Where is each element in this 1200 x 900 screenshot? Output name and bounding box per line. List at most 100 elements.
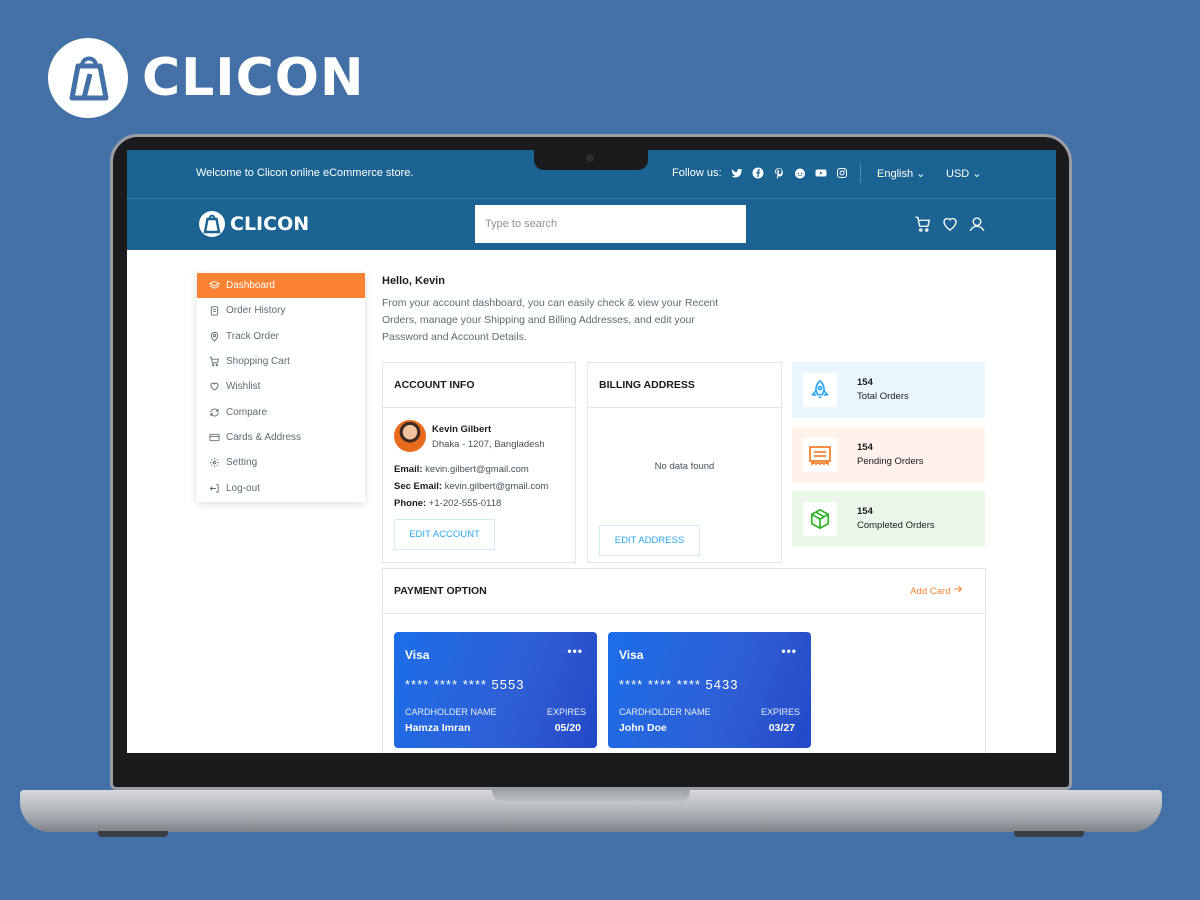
camera-icon (586, 154, 594, 162)
welcome-text: Welcome to Clicon online eCommerce store… (196, 167, 414, 179)
sidebar-item-label: Track Order (226, 330, 279, 342)
facebook-icon[interactable] (752, 167, 764, 179)
dashboard-intro: From your account dashboard, you can eas… (382, 297, 719, 343)
stat-total-orders: 154 Total Orders (792, 362, 985, 418)
edit-account-button[interactable]: EDIT ACCOUNT (394, 519, 495, 550)
laptop-screen: Welcome to Clicon online eCommerce store… (127, 150, 1056, 753)
sidebar-item-cards-address[interactable]: Cards & Address (197, 425, 365, 450)
logout-icon (209, 483, 219, 493)
billing-address-card: BILLING ADDRESS No data found EDIT ADDRE… (587, 362, 782, 563)
card-number: **** **** **** 5433 (619, 677, 739, 692)
account-phone-row: Phone: +1-202-555-0118 (394, 498, 501, 509)
instagram-icon[interactable] (836, 167, 848, 179)
laptop-base-notch (492, 790, 690, 804)
header-logo[interactable]: CLICON (199, 211, 309, 237)
social-links: Follow us: (672, 167, 848, 179)
youtube-icon[interactable] (815, 167, 827, 179)
payment-option-title: PAYMENT OPTION (383, 569, 985, 614)
stat-pending-orders: 154 Pending Orders (792, 427, 985, 483)
pinterest-icon[interactable] (773, 167, 785, 179)
card-menu-icon[interactable]: ••• (781, 644, 797, 658)
header-logo-text: CLICON (230, 213, 310, 235)
total-orders-count: 154 (857, 377, 873, 388)
sidebar-item-label: Setting (226, 457, 258, 469)
phone-label: Phone: (394, 498, 427, 509)
shopping-bag-logo-icon (48, 38, 128, 118)
add-card-label: Add Card (910, 586, 951, 597)
edit-address-button[interactable]: EDIT ADDRESS (599, 525, 700, 556)
laptop-foot-left (98, 831, 168, 837)
account-name: Kevin Gilbert (432, 424, 492, 435)
search-input[interactable] (475, 205, 746, 243)
cardholder-name: John Doe (619, 722, 667, 734)
sidebar-item-label: Log-out (226, 482, 260, 494)
phone-value: +1-202-555-0118 (428, 498, 502, 509)
stat-completed-orders: 154 Completed Orders (792, 491, 985, 547)
payment-option-card: PAYMENT OPTION Add Card Visa ••• **** **… (382, 568, 986, 753)
account-info-card: ACCOUNT INFO Kevin Gilbert Dhaka - 1207,… (382, 362, 576, 563)
total-orders-label: Total Orders (857, 391, 909, 402)
sidebar-item-setting[interactable]: Setting (197, 450, 365, 475)
sidebar-item-wishlist[interactable]: Wishlist (197, 374, 365, 399)
payment-card[interactable]: Visa ••• **** **** **** 5553 CARDHOLDER … (394, 632, 597, 748)
sidebar-item-logout[interactable]: Log-out (197, 475, 365, 500)
payment-card[interactable]: Visa ••• **** **** **** 5433 CARDHOLDER … (608, 632, 811, 748)
cardholder-label: CARDHOLDER NAME (619, 707, 711, 717)
user-icon[interactable] (968, 215, 986, 233)
add-card-link[interactable]: Add Card (910, 584, 963, 597)
sec-email-value: kevin.gilbert@gmail.com (444, 481, 549, 492)
cardholder-name: Hamza Imran (405, 722, 471, 734)
greeting-heading: Hello, Kevin (382, 275, 445, 287)
cart-icon (209, 356, 219, 367)
reddit-icon[interactable] (794, 167, 806, 179)
account-email-row: Email: kevin.gilbert@gmail.com (394, 464, 529, 475)
sidebar-item-track-order[interactable]: Track Order (197, 324, 365, 349)
layers-icon (209, 281, 220, 289)
card-expiry: 03/27 (768, 722, 795, 734)
laptop-foot-right (1014, 831, 1084, 837)
sidebar-item-dashboard[interactable]: Dashboard (197, 273, 365, 299)
currency-select[interactable]: USD ⌄ (946, 167, 982, 180)
heart-icon[interactable] (941, 215, 959, 233)
receipt-icon (803, 438, 837, 472)
card-expiry: 05/20 (554, 722, 581, 734)
brand-logo: CLICON (48, 38, 365, 118)
cart-icon[interactable] (914, 215, 932, 233)
header-icons (914, 215, 995, 233)
account-sidebar: Dashboard Order History Track Order Shop… (197, 273, 365, 502)
card-number: **** **** **** 5553 (405, 677, 525, 692)
email-label: Email: (394, 464, 423, 475)
credit-card-icon (209, 433, 220, 442)
rocket-icon (803, 373, 837, 407)
brand-name: CLICON (142, 48, 365, 108)
card-brand: Visa (619, 648, 644, 662)
shopping-bag-logo-icon (199, 211, 225, 237)
completed-orders-label: Completed Orders (857, 520, 935, 531)
package-icon (803, 502, 837, 536)
currency-value: USD (946, 168, 970, 180)
sidebar-item-label: Cards & Address (226, 431, 302, 443)
expires-label: EXPIRES (546, 707, 586, 717)
map-pin-icon (210, 331, 219, 342)
sidebar-item-shopping-cart[interactable]: Shopping Cart (197, 349, 365, 374)
camera-notch (534, 150, 648, 170)
sidebar-item-compare[interactable]: Compare (197, 399, 365, 424)
arrow-right-icon (953, 585, 963, 597)
card-menu-icon[interactable]: ••• (567, 644, 583, 658)
billing-empty-text: No data found (654, 461, 715, 472)
topbar-divider (860, 163, 861, 183)
pending-orders-label: Pending Orders (857, 456, 924, 467)
sidebar-item-label: Compare (226, 406, 268, 418)
language-select[interactable]: English ⌄ (877, 167, 925, 180)
chevron-down-icon: ⌄ (916, 168, 926, 180)
language-value: English (877, 168, 914, 180)
card-brand: Visa (405, 648, 430, 662)
sidebar-item-label: Order History (226, 305, 286, 317)
email-value: kevin.gilbert@gmail.com (425, 464, 529, 475)
sidebar-item-order-history[interactable]: Order History (197, 298, 365, 323)
avatar (394, 420, 426, 452)
clipboard-icon (210, 306, 219, 316)
expires-label: EXPIRES (760, 707, 800, 717)
billing-address-title: BILLING ADDRESS (588, 363, 781, 408)
twitter-icon[interactable] (731, 167, 743, 179)
